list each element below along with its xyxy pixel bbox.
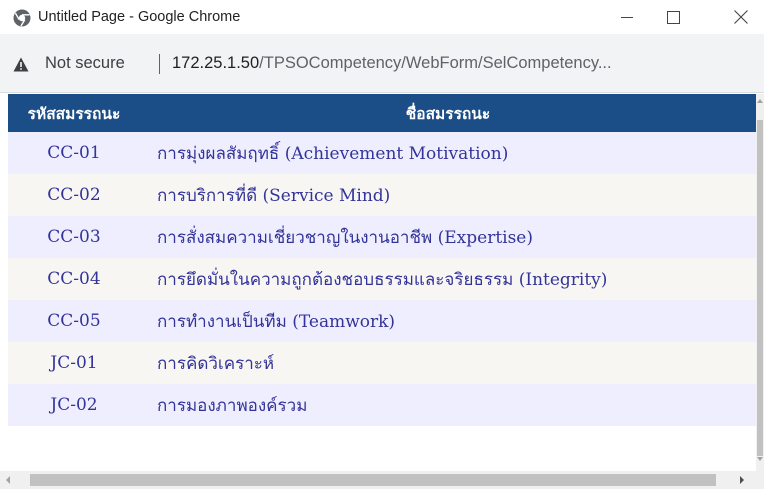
warning-icon[interactable] <box>13 57 29 72</box>
close-icon <box>734 10 748 24</box>
maximize-button[interactable] <box>650 0 696 34</box>
competency-code[interactable]: CC-02 <box>8 174 140 216</box>
column-header-name: ชื่อสมรรถนะ <box>405 104 491 123</box>
horizontal-scrollbar[interactable] <box>0 471 764 489</box>
horizontal-scroll-thumb[interactable] <box>30 474 716 486</box>
url-host: 172.25.1.50 <box>172 54 260 72</box>
table-row[interactable]: CC-01 การมุ่งผลสัมฤทธิ์ (Achievement Mot… <box>8 132 756 174</box>
scroll-right-icon[interactable] <box>738 475 746 485</box>
url-path: /TPSOCompetency/WebForm/SelCompetency... <box>259 54 612 72</box>
competency-code[interactable]: CC-04 <box>8 258 140 300</box>
maximize-icon <box>666 10 680 24</box>
vertical-scrollbar[interactable] <box>756 94 764 471</box>
close-button[interactable] <box>718 0 764 34</box>
competency-table: รหัสสมรรถนะ ชื่อสมรรถนะ CC-01 การมุ่งผลส… <box>8 94 756 426</box>
table-row[interactable]: CC-05 การทำงานเป็นทีม (Teamwork) <box>8 300 756 342</box>
competency-name[interactable]: การสั่งสมความเชี่ยวชาญในงานอาชีพ (Expert… <box>140 216 756 258</box>
vertical-scroll-thumb[interactable] <box>757 120 763 456</box>
competency-name[interactable]: การมุ่งผลสัมฤทธิ์ (Achievement Motivatio… <box>140 132 756 174</box>
address-separator <box>159 54 160 74</box>
table-row[interactable]: JC-02 การมองภาพองค์รวม <box>8 384 756 426</box>
security-status-label[interactable]: Not secure <box>45 34 125 93</box>
minimize-icon <box>621 17 633 18</box>
address-bar[interactable]: Not secure 172.25.1.50/TPSOCompetency/We… <box>0 34 764 93</box>
competency-name[interactable]: การบริการที่ดี (Service Mind) <box>140 174 756 216</box>
window-title: Untitled Page - Google Chrome <box>38 9 241 25</box>
scroll-up-icon[interactable] <box>756 96 764 106</box>
competency-name[interactable]: การยึดมั่นในความถูกต้องชอบธรรมและจริยธรร… <box>140 258 756 300</box>
competency-name[interactable]: การมองภาพองค์รวม <box>140 384 756 426</box>
table-header-row: รหัสสมรรถนะ ชื่อสมรรถนะ <box>8 94 756 132</box>
table-row[interactable]: JC-01 การคิดวิเคราะห์ <box>8 342 756 384</box>
competency-code[interactable]: CC-01 <box>8 132 140 174</box>
minimize-button[interactable] <box>604 0 650 34</box>
table-row[interactable]: CC-03 การสั่งสมความเชี่ยวชาญในงานอาชีพ (… <box>8 216 756 258</box>
competency-code[interactable]: CC-03 <box>8 216 140 258</box>
table-row[interactable]: CC-02 การบริการที่ดี (Service Mind) <box>8 174 756 216</box>
competency-code[interactable]: CC-05 <box>8 300 140 342</box>
url-text[interactable]: 172.25.1.50/TPSOCompetency/WebForm/SelCo… <box>172 34 612 93</box>
competency-name[interactable]: การทำงานเป็นทีม (Teamwork) <box>140 300 756 342</box>
page-content: รหัสสมรรถนะ ชื่อสมรรถนะ CC-01 การมุ่งผลส… <box>0 94 756 471</box>
scroll-down-icon[interactable] <box>756 454 764 464</box>
competency-name[interactable]: การคิดวิเคราะห์ <box>140 342 756 384</box>
column-header-code: รหัสสมรรถนะ <box>27 104 121 123</box>
scroll-left-icon[interactable] <box>4 475 12 485</box>
table-row[interactable]: CC-04 การยึดมั่นในความถูกต้องชอบธรรมและจ… <box>8 258 756 300</box>
competency-code[interactable]: JC-02 <box>8 384 140 426</box>
competency-code[interactable]: JC-01 <box>8 342 140 384</box>
chrome-globe-icon <box>13 9 31 27</box>
window-title-bar[interactable]: Untitled Page - Google Chrome <box>0 0 764 34</box>
